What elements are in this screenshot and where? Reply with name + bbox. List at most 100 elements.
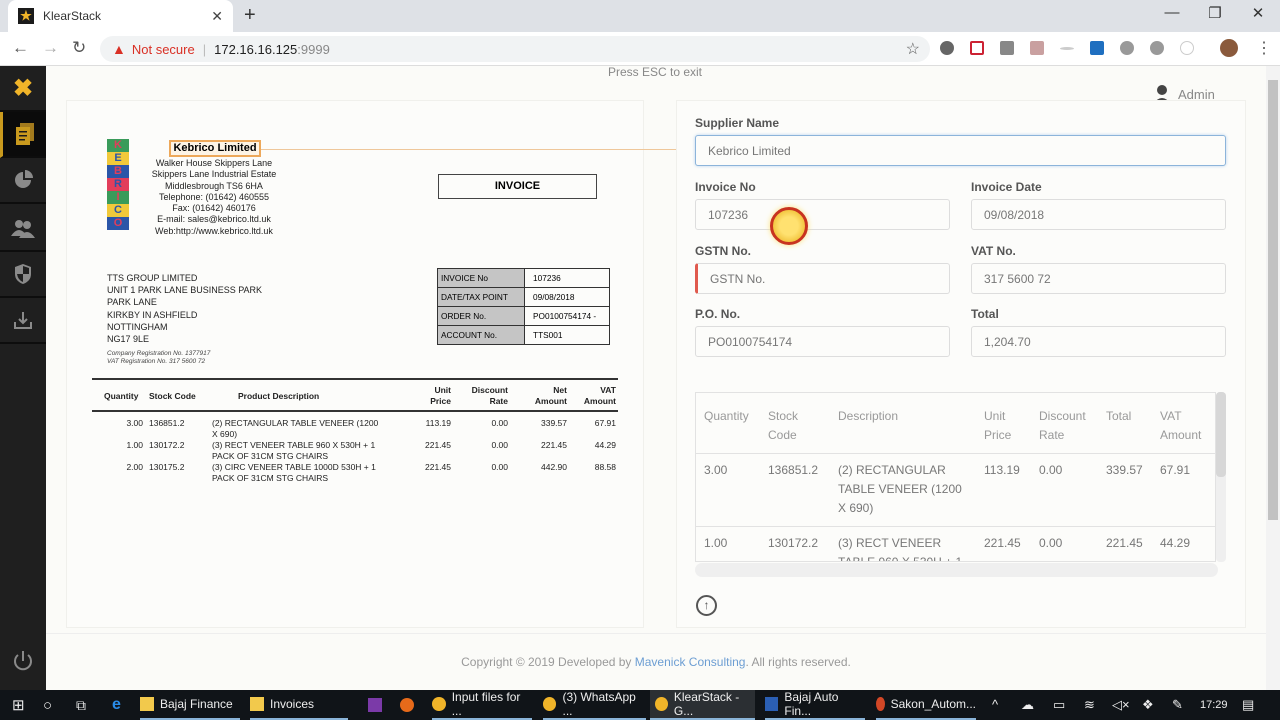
bookmark-star-icon[interactable]: ☆	[906, 39, 920, 59]
tray-overflow-icon[interactable]: ^	[992, 697, 998, 712]
ext-c-icon[interactable]	[1150, 41, 1164, 55]
task-view-button[interactable]: ⧉	[76, 690, 86, 720]
grid-cell-disc[interactable]: 0.00	[1039, 461, 1062, 480]
powerpoint-icon	[876, 697, 885, 711]
doc-cell-code: 130175.2	[149, 462, 185, 472]
taskbar-item[interactable]	[368, 690, 388, 720]
browser-tab[interactable]: ★ KlearStack ✕	[8, 0, 233, 32]
doc-header-unit-price: Unit Price	[415, 385, 451, 406]
search-button[interactable]: ○	[43, 690, 52, 720]
new-tab-button[interactable]: +	[244, 4, 256, 27]
acrobat-icon[interactable]	[1030, 41, 1044, 55]
taskbar-item-active[interactable]: KlearStack - G...	[650, 690, 755, 720]
header-line: VAT	[600, 385, 616, 395]
browser-menu-icon[interactable]: ⋮	[1256, 38, 1272, 58]
header-line: Amount	[534, 395, 567, 406]
grid-cell-qty[interactable]: 3.00	[704, 461, 727, 480]
uipath-icon[interactable]	[1090, 41, 1104, 55]
back-arrow-icon[interactable]: ←	[12, 38, 29, 58]
battery-icon[interactable]: ▭	[1053, 697, 1065, 713]
grid-cell-total[interactable]: 339.57	[1106, 461, 1143, 480]
clock[interactable]: 17:29	[1200, 699, 1228, 711]
grid-cell-desc[interactable]: (2) RECTANGULAR TABLE VENEER (1200 X 690)	[838, 461, 962, 518]
desc-line: X 690)	[212, 428, 238, 439]
edge-button[interactable]: e	[112, 690, 121, 720]
opera-icon[interactable]	[940, 41, 954, 55]
grid-vertical-thumb[interactable]	[1216, 392, 1226, 477]
meta-row: DATE/TAX POINT 09/08/2018	[437, 287, 610, 307]
total-input[interactable]	[971, 326, 1226, 357]
start-button[interactable]: ⊞	[12, 690, 25, 720]
grid-cell-unit[interactable]: 113.19	[984, 461, 1020, 480]
logo-block: R	[107, 178, 129, 191]
taskbar-item[interactable]: Bajaj Auto Fin...	[765, 690, 865, 720]
grid-cell-vat[interactable]: 67.91	[1160, 461, 1190, 480]
taskbar-item[interactable]: Invoices	[250, 690, 348, 720]
folder-icon	[250, 697, 264, 711]
meta-value: TTS001	[524, 325, 610, 345]
supplier-name-label: Supplier Name	[695, 116, 780, 130]
ext-red-icon[interactable]	[970, 41, 984, 55]
page-scrollbar[interactable]	[1266, 66, 1280, 690]
close-window-button[interactable]: ✕	[1238, 4, 1278, 22]
sidebar-item-analytics[interactable]	[0, 158, 46, 204]
invoice-no-input[interactable]	[695, 199, 950, 230]
grid-vertical-scrollbar[interactable]	[1216, 392, 1226, 562]
grid-cell-total[interactable]: 221.45	[1106, 534, 1143, 553]
taskbar-item[interactable]: Input files for ...	[432, 690, 532, 720]
esc-hint: Press ESC to exit	[607, 65, 703, 79]
page-scroll-thumb[interactable]	[1268, 80, 1278, 520]
extracted-supplier-highlight[interactable]: Kebrico Limited	[169, 140, 261, 157]
reload-icon[interactable]: ↻	[72, 38, 86, 58]
dropbox-icon[interactable]: ❖	[1142, 697, 1154, 713]
grid-horizontal-scrollbar[interactable]	[695, 563, 1218, 577]
minimize-button[interactable]: —	[1152, 4, 1192, 21]
close-tab-icon[interactable]: ✕	[211, 8, 223, 25]
grid-cell-code[interactable]: 136851.2	[768, 461, 818, 480]
action-center-icon[interactable]: ▤	[1242, 697, 1254, 713]
desc-line: TABLE 960 X 530H + 1	[838, 555, 963, 562]
invoice-date-input[interactable]	[971, 199, 1226, 230]
doc-header-discount: Discount Rate	[460, 385, 508, 406]
profile-avatar[interactable]	[1220, 39, 1238, 57]
security-status[interactable]: Not secure	[132, 42, 195, 57]
vat-no-input[interactable]	[971, 263, 1226, 294]
meta-key: ORDER No.	[437, 306, 525, 326]
sidebar-item-users[interactable]	[0, 206, 46, 252]
ext-u-icon[interactable]	[1120, 41, 1134, 55]
cloud-upload-icon[interactable]: ☁	[1021, 697, 1034, 713]
taskbar-item[interactable]: Bajaj Finance	[140, 690, 240, 720]
forward-arrow-icon[interactable]: →	[42, 38, 59, 58]
grid-cell-vat[interactable]: 44.29	[1160, 534, 1190, 553]
grid-cell-desc[interactable]: (3) RECT VENEER TABLE 960 X 530H + 1	[838, 534, 963, 562]
gstn-no-input[interactable]	[695, 263, 950, 294]
restore-button[interactable]: ❐	[1195, 4, 1235, 22]
sidebar-power[interactable]	[0, 638, 46, 684]
taskbar-item[interactable]: (3) WhatsApp ...	[543, 690, 646, 720]
grid-cell-qty[interactable]: 1.00	[704, 534, 727, 553]
address-line: E-mail: sales@kebrico.ltd.uk	[157, 214, 271, 225]
grid-cell-code[interactable]: 130172.2	[768, 534, 818, 553]
sidebar-item-download[interactable]	[0, 298, 46, 344]
footer-link[interactable]: Mavenick Consulting	[635, 655, 746, 669]
wifi-icon[interactable]: ≋	[1084, 697, 1095, 713]
sidebar-item-documents[interactable]	[0, 112, 46, 158]
sidebar-item-security[interactable]	[0, 252, 46, 298]
address-line: NG17 9LE	[107, 334, 150, 345]
ext-info-icon[interactable]	[1060, 47, 1074, 50]
grid-cell-disc[interactable]: 0.00	[1039, 534, 1062, 553]
supplier-name-input[interactable]	[695, 135, 1226, 166]
doc-title: INVOICE	[438, 174, 597, 199]
volume-muted-icon[interactable]: ◁×	[1112, 697, 1130, 713]
pen-icon[interactable]: ✎	[1172, 697, 1183, 713]
taskbar-item[interactable]: Sakon_Autom...	[876, 690, 976, 720]
grid-cell-unit[interactable]: 221.45	[984, 534, 1021, 553]
po-no-input[interactable]	[695, 326, 950, 357]
drive-icon[interactable]	[1000, 41, 1014, 55]
address-bar[interactable]: ▲ Not secure | 172.16.16.125:9999 ☆	[100, 36, 930, 62]
url-host: 172.16.16.125	[214, 41, 298, 57]
po-no-label: P.O. No.	[695, 307, 741, 321]
scroll-up-button[interactable]: ↑	[696, 595, 717, 616]
ext-ring-icon[interactable]	[1180, 41, 1194, 55]
taskbar-item[interactable]	[400, 690, 420, 720]
